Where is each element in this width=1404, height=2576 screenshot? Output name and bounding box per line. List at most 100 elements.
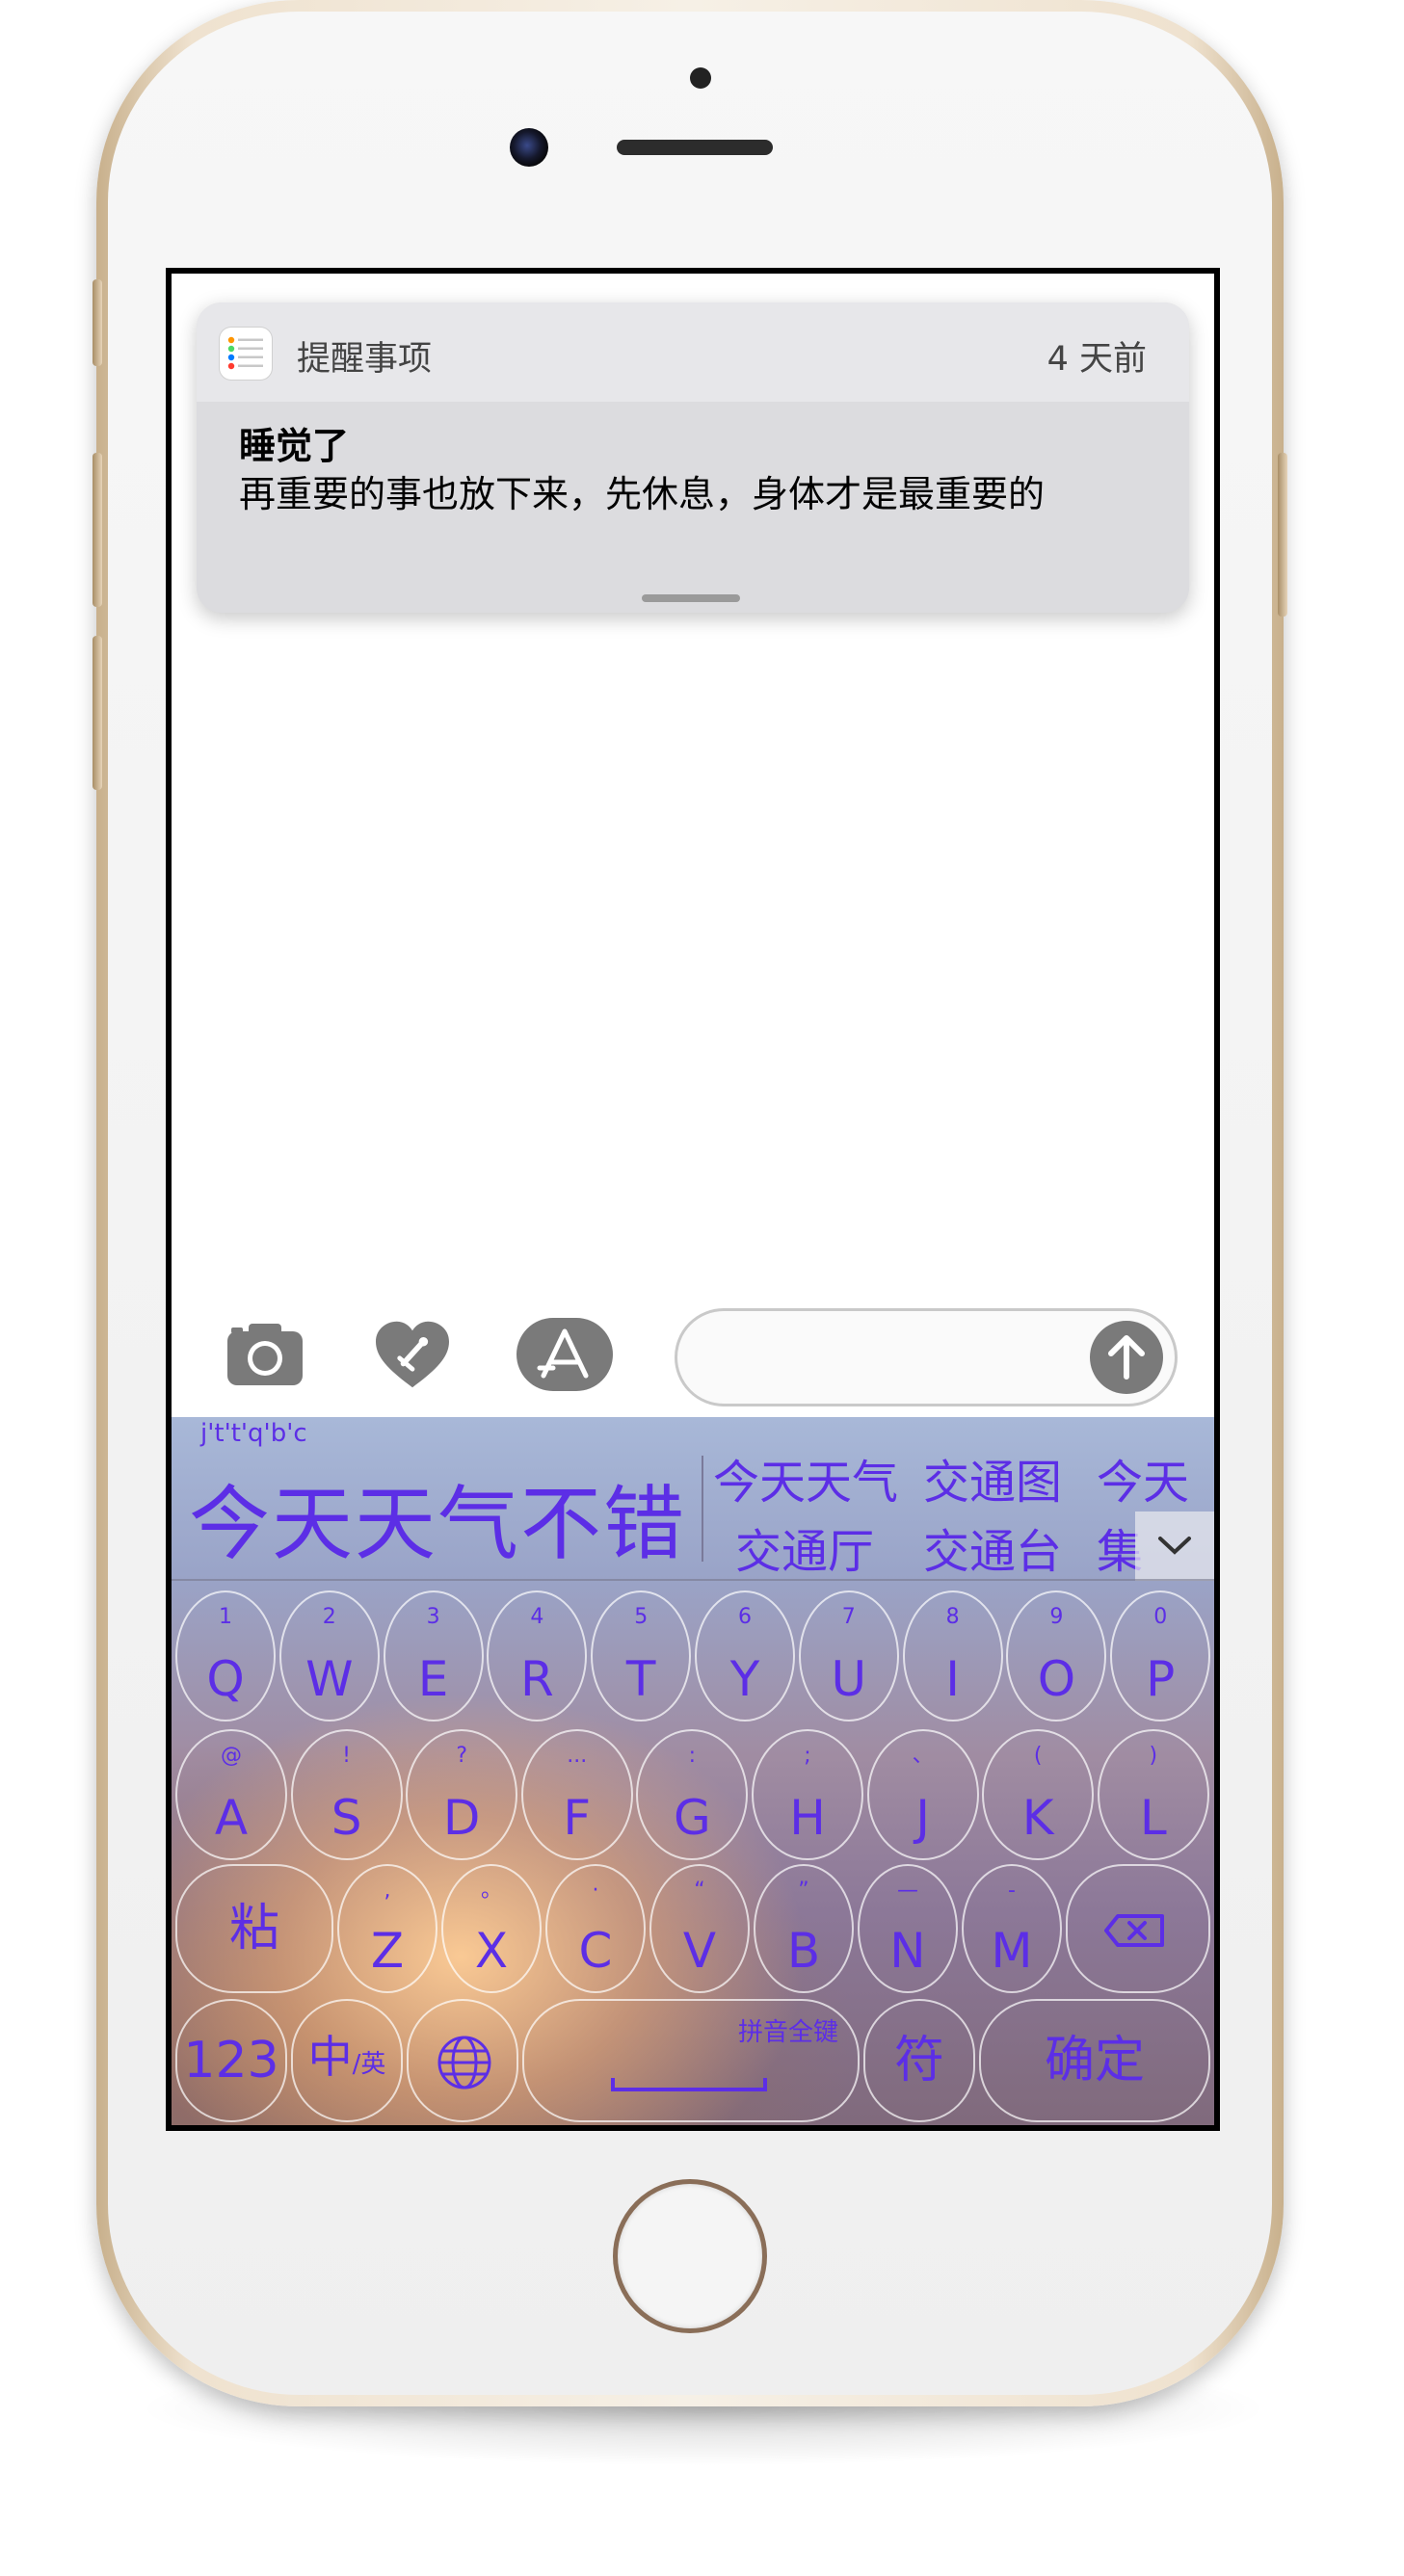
language-toggle-key[interactable]: 中/英 bbox=[291, 1999, 403, 2122]
key-v[interactable]: “V bbox=[649, 1864, 750, 1993]
key-label: 中/英 bbox=[293, 2030, 401, 2091]
key-label: O bbox=[1037, 1651, 1076, 1707]
key-label: 符 bbox=[893, 2032, 944, 2090]
candidate[interactable]: 交通厅 bbox=[735, 1513, 874, 1581]
key-secondary-label: 3 bbox=[426, 1605, 440, 1629]
key-w[interactable]: 2W bbox=[278, 1590, 380, 1722]
candidate[interactable]: 交通图 bbox=[923, 1444, 1062, 1511]
key-secondary-label: @ bbox=[221, 1744, 242, 1768]
key-secondary-label: ) bbox=[1149, 1744, 1158, 1768]
key-label: P bbox=[1146, 1651, 1176, 1707]
pinyin-input: j't't'q'b'c bbox=[200, 1419, 307, 1448]
key-n[interactable]: — N bbox=[858, 1864, 958, 1993]
key-i[interactable]: 8I bbox=[902, 1590, 1003, 1722]
key-u[interactable]: 7U bbox=[798, 1590, 899, 1722]
key-label: D bbox=[442, 1790, 481, 1846]
key-p[interactable]: 0P bbox=[1110, 1590, 1211, 1722]
earpiece-speaker bbox=[617, 140, 773, 155]
home-button[interactable] bbox=[613, 2179, 767, 2333]
key-m[interactable]: -M bbox=[962, 1864, 1062, 1993]
key-d[interactable]: ? D bbox=[406, 1729, 518, 1860]
numbers-key[interactable]: 123 bbox=[175, 1999, 287, 2122]
key-label: J bbox=[915, 1790, 930, 1846]
notification-message: 再重要的事也放下来，先休息，身体才是最重要的 bbox=[239, 473, 1046, 515]
key-g[interactable]: :G bbox=[636, 1729, 749, 1860]
collapse-candidates-button[interactable] bbox=[1135, 1511, 1214, 1581]
globe-icon bbox=[437, 2036, 491, 2090]
lang-main-label: 中 bbox=[307, 2031, 353, 2083]
key-label: L bbox=[1139, 1790, 1167, 1846]
app-store-icon[interactable] bbox=[517, 1318, 613, 1391]
notification-banner[interactable]: 提醒事项 4 天前 睡觉了 再重要的事也放下来，先休息，身体才是最重要的 bbox=[197, 302, 1189, 613]
key-secondary-label: 。 bbox=[480, 1879, 502, 1903]
banner-grabber[interactable] bbox=[642, 594, 740, 602]
key-secondary-label: ; bbox=[804, 1744, 811, 1768]
candidate[interactable]: 交通台 bbox=[923, 1513, 1062, 1581]
notification-title: 睡觉了 bbox=[239, 425, 350, 467]
key-j[interactable]: 、 J bbox=[866, 1729, 979, 1860]
key-secondary-label: - bbox=[1008, 1879, 1016, 1903]
key-secondary-label: 6 bbox=[738, 1605, 752, 1629]
key-k[interactable]: (K bbox=[982, 1729, 1095, 1860]
key-label: R bbox=[520, 1651, 554, 1707]
key-secondary-label: , bbox=[384, 1879, 391, 1903]
chevron-down-icon bbox=[1158, 1537, 1191, 1555]
key-secondary-label: 0 bbox=[1153, 1605, 1168, 1629]
key-o[interactable]: 9O bbox=[1006, 1590, 1107, 1722]
key-label: C bbox=[578, 1923, 613, 1979]
key-x[interactable]: 。 X bbox=[441, 1864, 542, 1993]
symbol-key[interactable]: 符 bbox=[863, 1999, 975, 2122]
key-secondary-label: 2 bbox=[322, 1605, 336, 1629]
key-label: W bbox=[305, 1651, 354, 1707]
key-q[interactable]: 1Q bbox=[175, 1590, 276, 1722]
screen-bezel: 提醒事项 4 天前 睡觉了 再重要的事也放下来，先休息，身体才是最重要的 j't… bbox=[166, 268, 1220, 2131]
key-h[interactable]: ; H bbox=[752, 1729, 863, 1860]
key-secondary-label: ( bbox=[1033, 1744, 1043, 1768]
confirm-key[interactable]: 确定 bbox=[979, 1999, 1210, 2122]
key-s[interactable]: ! S bbox=[290, 1729, 403, 1860]
key-secondary-label: · bbox=[592, 1879, 599, 1903]
candidate-separator bbox=[172, 1579, 1214, 1581]
key-b[interactable]: ” B bbox=[754, 1864, 854, 1993]
delete-key[interactable] bbox=[1066, 1864, 1210, 1993]
paste-key[interactable]: 粘 bbox=[175, 1864, 333, 1993]
key-secondary-label: 1 bbox=[219, 1605, 232, 1629]
key-l[interactable]: ) L bbox=[1097, 1729, 1209, 1860]
key-label: G bbox=[674, 1790, 711, 1846]
key-e[interactable]: 3E bbox=[383, 1590, 484, 1722]
key-a[interactable]: @ A bbox=[175, 1729, 287, 1860]
main-candidate[interactable]: 今天天气不错 bbox=[189, 1459, 686, 1576]
proximity-sensor bbox=[690, 67, 711, 89]
key-f[interactable]: ... F bbox=[520, 1729, 633, 1860]
camera-icon[interactable] bbox=[224, 1318, 306, 1391]
key-secondary-label: 7 bbox=[841, 1605, 856, 1629]
key-label: Q bbox=[206, 1651, 245, 1707]
key-secondary-label: 、 bbox=[912, 1744, 934, 1768]
key-label: Z bbox=[370, 1923, 405, 1979]
key-t[interactable]: 5T bbox=[591, 1590, 692, 1722]
backspace-icon bbox=[1104, 1914, 1164, 1947]
arrow-up-icon bbox=[1108, 1335, 1145, 1380]
key-z[interactable]: ,Z bbox=[337, 1864, 437, 1993]
key-label: Y bbox=[729, 1651, 760, 1707]
send-button[interactable] bbox=[1090, 1321, 1163, 1394]
candidate[interactable]: 今天 bbox=[1097, 1444, 1189, 1511]
volume-down-button bbox=[93, 636, 102, 790]
key-secondary-label: ! bbox=[342, 1744, 351, 1768]
globe-key[interactable] bbox=[407, 1999, 518, 2122]
power-button bbox=[1278, 453, 1287, 617]
key-secondary-label: 5 bbox=[634, 1605, 649, 1629]
key-r[interactable]: 4R bbox=[487, 1590, 588, 1722]
candidate[interactable]: 今天天气 bbox=[713, 1444, 898, 1511]
key-label: I bbox=[945, 1651, 960, 1707]
key-c[interactable]: · C bbox=[545, 1864, 646, 1993]
space-bar-icon bbox=[611, 2078, 767, 2091]
lang-sub-label: /英 bbox=[352, 2050, 386, 2079]
display: 提醒事项 4 天前 睡觉了 再重要的事也放下来，先休息，身体才是最重要的 j't… bbox=[172, 274, 1214, 2125]
key-label: F bbox=[563, 1790, 592, 1846]
key-secondary-label: ... bbox=[567, 1744, 588, 1768]
key-y[interactable]: 6Y bbox=[695, 1590, 795, 1722]
space-key[interactable]: 拼音全键 bbox=[522, 1999, 860, 2122]
heart-icon[interactable] bbox=[370, 1318, 455, 1391]
candidate-divider bbox=[702, 1456, 703, 1562]
